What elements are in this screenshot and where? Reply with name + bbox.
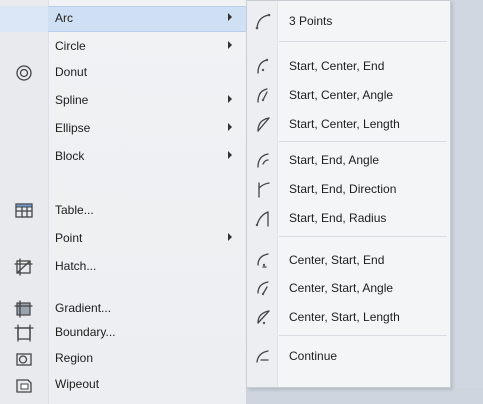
- submenu-item-label: Center, Start, End: [289, 253, 385, 267]
- arc-center-start-angle-icon: [254, 279, 272, 297]
- draw-menu: Arc Circle Donut Spline Ellipse Block Ta…: [0, 0, 246, 404]
- background-area: [451, 0, 483, 404]
- menu-item-label: Donut: [55, 65, 88, 79]
- submenu-item-label: Start, Center, Angle: [289, 88, 394, 102]
- submenu-item-center-start-length[interactable]: Center, Start, Length: [247, 304, 450, 330]
- submenu-item-label: Start, Center, End: [289, 59, 385, 73]
- submenu-item-label: Start, End, Angle: [289, 153, 380, 167]
- submenu-item-label: Start, End, Radius: [289, 211, 387, 225]
- arc-submenu: 3 Points Start, Center, End Start, Cente…: [246, 0, 451, 388]
- region-icon: [14, 349, 34, 369]
- arc-start-end-radius-icon: [254, 209, 272, 227]
- separator: [279, 141, 447, 142]
- submenu-item-label: Center, Start, Angle: [289, 281, 394, 295]
- submenu-item-start-center-end[interactable]: Start, Center, End: [247, 53, 450, 79]
- submenu-item-label: 3 Points: [289, 14, 333, 28]
- menu-item-region[interactable]: Region: [0, 346, 246, 372]
- menu-item-label: Arc: [55, 11, 73, 25]
- submenu-item-label: Continue: [289, 349, 338, 363]
- menu-item-label: Circle: [55, 39, 86, 53]
- submenu-item-start-end-angle[interactable]: Start, End, Angle: [247, 147, 450, 173]
- submenu-item-label: Start, End, Direction: [289, 182, 397, 196]
- submenu-arrow-icon: [228, 95, 232, 103]
- menu-item-label: Wipeout: [55, 377, 100, 391]
- menu-item-label: Block: [55, 149, 85, 163]
- arc-start-center-angle-icon: [254, 86, 272, 104]
- arc-3points-icon: [254, 12, 272, 30]
- submenu-arrow-icon: [228, 151, 232, 159]
- hatch-icon: [14, 257, 34, 277]
- arc-center-start-length-icon: [254, 308, 272, 326]
- menu-item-label: Spline: [55, 93, 89, 107]
- submenu-item-center-start-angle[interactable]: Center, Start, Angle: [247, 275, 450, 301]
- wipeout-icon: [14, 375, 34, 395]
- menu-item-label: Gradient...: [55, 301, 112, 315]
- menu-item-table[interactable]: Table...: [0, 198, 246, 224]
- menu-item-block[interactable]: Block: [0, 144, 246, 170]
- submenu-item-start-center-length[interactable]: Start, Center, Length: [247, 111, 450, 137]
- menu-item-wipeout[interactable]: Wipeout: [0, 372, 246, 398]
- background-area-bottom: [246, 388, 483, 404]
- menu-item-donut[interactable]: Donut: [0, 60, 246, 86]
- boundary-icon: [14, 323, 34, 343]
- submenu-item-label: Center, Start, Length: [289, 310, 400, 324]
- submenu-arrow-icon: [228, 41, 232, 49]
- menu-item-ellipse[interactable]: Ellipse: [0, 116, 246, 142]
- submenu-item-3-points[interactable]: 3 Points: [247, 8, 450, 34]
- separator: [279, 41, 447, 42]
- submenu-item-start-end-radius[interactable]: Start, End, Radius: [247, 205, 450, 231]
- submenu-item-center-start-end[interactable]: Center, Start, End: [247, 247, 450, 273]
- arc-start-end-angle-icon: [254, 151, 272, 169]
- menu-item-label: Table...: [55, 203, 94, 217]
- submenu-item-start-end-direction[interactable]: Start, End, Direction: [247, 176, 450, 202]
- menu-item-label: Ellipse: [55, 121, 91, 135]
- arc-start-center-length-icon: [254, 115, 272, 133]
- submenu-arrow-icon: [228, 123, 232, 131]
- donut-icon: [14, 63, 34, 83]
- arc-center-start-end-icon: [254, 251, 272, 269]
- table-icon: [14, 201, 34, 221]
- menu-item-point[interactable]: Point: [0, 226, 246, 252]
- arc-start-end-direction-icon: [254, 180, 272, 198]
- menu-item-label: Point: [55, 231, 83, 245]
- submenu-item-label: Start, Center, Length: [289, 117, 400, 131]
- arc-continue-icon: [254, 347, 272, 365]
- menu-item-spline[interactable]: Spline: [0, 88, 246, 114]
- submenu-arrow-icon: [228, 13, 232, 21]
- submenu-item-start-center-angle[interactable]: Start, Center, Angle: [247, 82, 450, 108]
- separator: [279, 335, 447, 336]
- gradient-icon: [14, 299, 34, 319]
- submenu-item-continue[interactable]: Continue: [247, 343, 450, 369]
- arc-start-center-end-icon: [254, 57, 272, 75]
- menu-item-gradient[interactable]: Gradient...: [0, 296, 246, 322]
- menu-item-arc[interactable]: Arc: [0, 6, 246, 32]
- menu-item-label: Region: [55, 351, 94, 365]
- menu-item-hatch[interactable]: Hatch...: [0, 254, 246, 280]
- menu-item-label: Hatch...: [55, 259, 97, 273]
- submenu-arrow-icon: [228, 233, 232, 241]
- menu-item-boundary[interactable]: Boundary...: [0, 320, 246, 346]
- menu-item-circle[interactable]: Circle: [0, 34, 246, 60]
- separator: [279, 236, 447, 237]
- menu-item-label: Boundary...: [55, 325, 116, 339]
